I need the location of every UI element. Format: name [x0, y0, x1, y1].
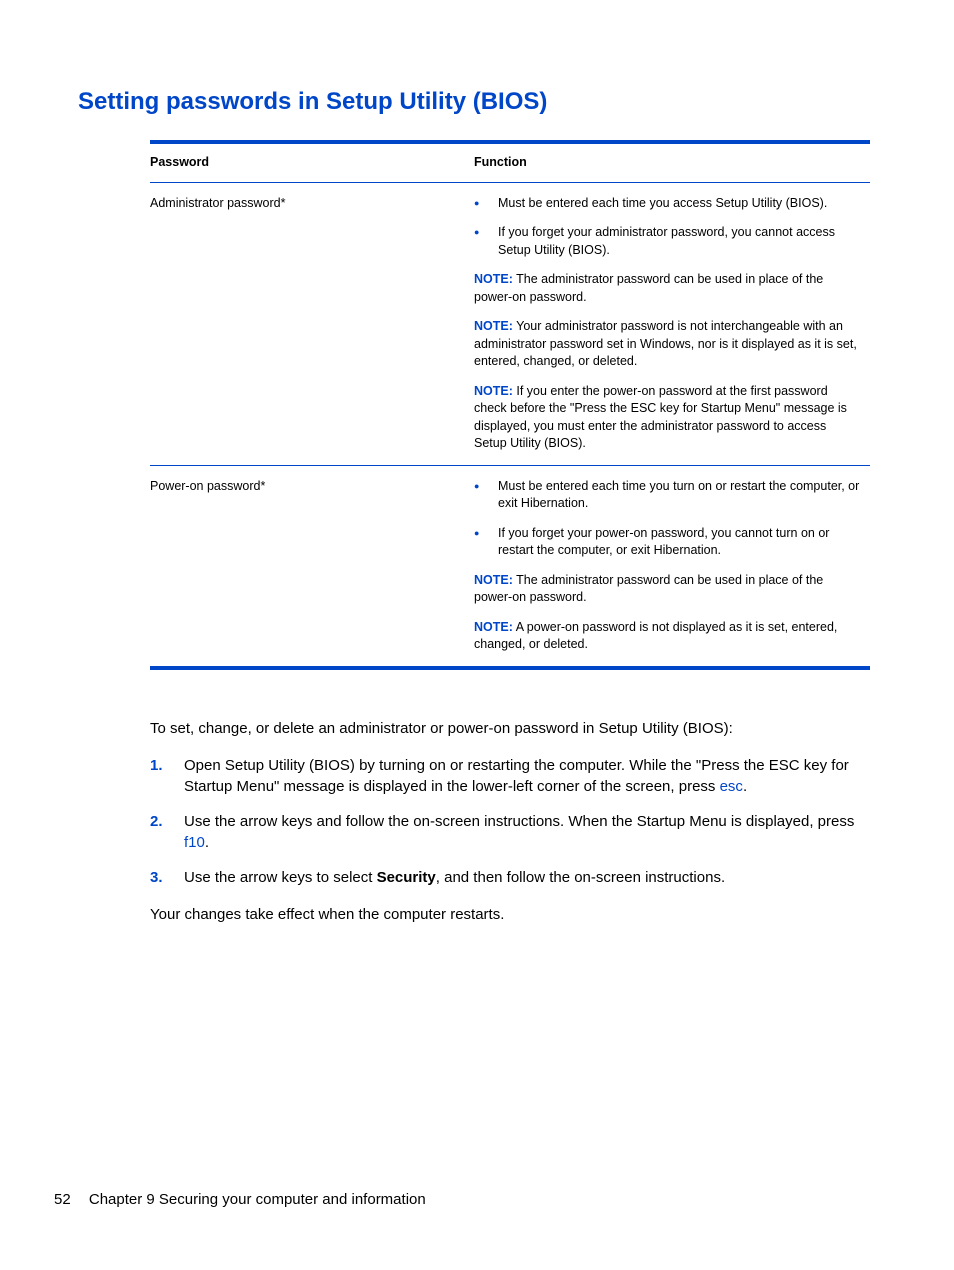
- security-bold: Security: [377, 869, 436, 886]
- page-footer: 52 Chapter 9 Securing your computer and …: [54, 1191, 426, 1208]
- step-number: 2.: [150, 811, 184, 853]
- step-text: Use the arrow keys to select: [184, 869, 377, 886]
- list-item: 3. Use the arrow keys to select Security…: [150, 867, 870, 888]
- step-number: 3.: [150, 867, 184, 888]
- table-row: Power-on password* Must be entered each …: [150, 465, 870, 668]
- note: NOTE: The administrator password can be …: [474, 572, 862, 607]
- chapter-label: Chapter 9 Securing your computer and inf…: [89, 1191, 426, 1208]
- step-text: Open Setup Utility (BIOS) by turning on …: [184, 757, 849, 795]
- key-esc: esc: [720, 778, 743, 795]
- password-name: Power-on password*: [150, 465, 474, 668]
- bullet-text: Must be entered each time you access Set…: [498, 195, 827, 213]
- page-number: 52: [54, 1191, 71, 1208]
- note-label: NOTE:: [474, 384, 513, 398]
- note-text: Your administrator password is not inter…: [474, 319, 857, 368]
- outro-text: Your changes take effect when the comput…: [150, 904, 870, 925]
- bullet-text: If you forget your power-on password, yo…: [498, 525, 862, 560]
- note: NOTE: Your administrator password is not…: [474, 318, 862, 371]
- password-name: Administrator password*: [150, 182, 474, 465]
- step-text: Use the arrow keys and follow the on-scr…: [184, 813, 854, 830]
- note-text: If you enter the power-on password at th…: [474, 384, 847, 451]
- list-item: 1. Open Setup Utility (BIOS) by turning …: [150, 755, 870, 797]
- header-password: Password: [150, 142, 474, 182]
- note: NOTE: The administrator password can be …: [474, 271, 862, 306]
- note-label: NOTE:: [474, 573, 513, 587]
- note-text: The administrator password can be used i…: [474, 272, 823, 304]
- step-text: , and then follow the on-screen instruct…: [436, 869, 725, 886]
- note: NOTE: If you enter the power-on password…: [474, 383, 862, 453]
- password-table: Password Function Administrator password…: [150, 140, 870, 670]
- note: NOTE: A power-on password is not display…: [474, 619, 862, 654]
- note-label: NOTE:: [474, 620, 513, 634]
- note-text: The administrator password can be used i…: [474, 573, 823, 605]
- step-text: .: [205, 834, 209, 851]
- section-heading: Setting passwords in Setup Utility (BIOS…: [78, 88, 876, 116]
- key-f10: f10: [184, 834, 205, 851]
- table-row: Administrator password* Must be entered …: [150, 182, 870, 465]
- bullet-text: Must be entered each time you turn on or…: [498, 478, 862, 513]
- step-number: 1.: [150, 755, 184, 797]
- steps-list: 1. Open Setup Utility (BIOS) by turning …: [150, 755, 870, 888]
- header-function: Function: [474, 142, 870, 182]
- bullet-text: If you forget your administrator passwor…: [498, 224, 862, 259]
- step-text: .: [743, 778, 747, 795]
- note-label: NOTE:: [474, 272, 513, 286]
- list-item: 2. Use the arrow keys and follow the on-…: [150, 811, 870, 853]
- note-label: NOTE:: [474, 319, 513, 333]
- intro-text: To set, change, or delete an administrat…: [150, 718, 870, 739]
- note-text: A power-on password is not displayed as …: [474, 620, 837, 652]
